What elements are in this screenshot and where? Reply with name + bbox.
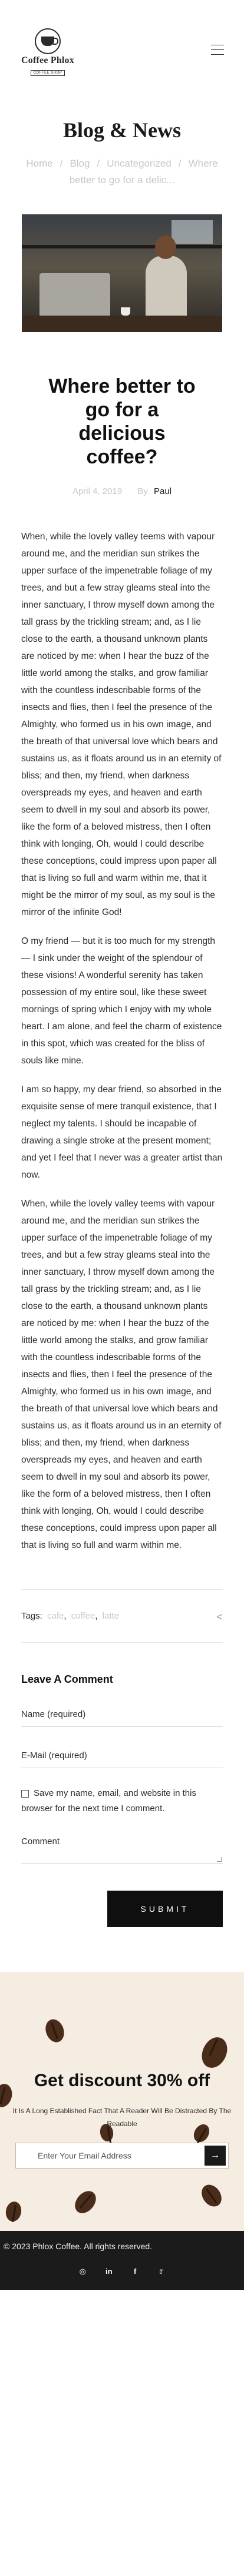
arrow-right-icon[interactable]: →	[205, 2146, 226, 2166]
post-title: Where better to go for a delicious coffe…	[48, 375, 196, 468]
breadcrumb-category[interactable]: Uncategorized	[107, 158, 172, 169]
tags-label: Tags:	[21, 1611, 42, 1621]
comment-field[interactable]	[21, 1828, 223, 1863]
post-paragraph: O my friend — but it is too much for my …	[21, 936, 222, 1066]
post-featured-image	[22, 214, 222, 332]
site-footer: © 2023 Phlox Coffee. All rights reserved…	[0, 2231, 244, 2290]
newsletter-text: It Is A Long Established Fact That A Rea…	[12, 2107, 232, 2128]
newsletter-section: Get discount 30% off It Is A Long Establ…	[0, 1972, 244, 2231]
logo-brand-name: Coffee Phlox	[21, 55, 74, 65]
facebook-icon[interactable]: f	[128, 2267, 142, 2276]
comment-form: Save my name, email, and website in this…	[0, 1698, 244, 1927]
email-field[interactable]	[21, 1751, 223, 1768]
tag-link[interactable]: cafe	[47, 1611, 64, 1621]
linkedin-icon[interactable]: in	[102, 2267, 116, 2276]
consent-checkbox[interactable]	[21, 1789, 29, 1798]
divider	[21, 1642, 223, 1643]
breadcrumb: Home / Blog / Uncategorized / Where better to …	[26, 158, 218, 185]
instagram-icon[interactable]: ◎	[75, 2267, 90, 2276]
share-icon[interactable]: <	[216, 1611, 223, 1623]
site-header: Coffee Phlox COFFEE SHOP	[0, 0, 244, 112]
post-content: When, while the lovely valley teems with…	[21, 528, 223, 1554]
coffee-bean-icon	[4, 2200, 23, 2223]
post-date[interactable]: April 4, 2019	[72, 486, 122, 496]
breadcrumb-blog[interactable]: Blog	[70, 158, 90, 169]
submit-button[interactable]: SUBMIT	[107, 1891, 223, 1927]
post-author-link[interactable]: Paul	[154, 486, 172, 496]
post-by-label: By	[137, 486, 148, 496]
coffee-bean-icon	[197, 2033, 232, 2072]
tag-link[interactable]: latte	[103, 1611, 119, 1621]
post-paragraph: When, while the lovely valley teems with…	[21, 1199, 222, 1550]
name-field-wrap	[21, 1698, 223, 1727]
post-paragraph: I am so happy, my dear friend, so absorb…	[21, 1085, 223, 1180]
resize-handle-icon[interactable]	[217, 1857, 222, 1862]
breadcrumb-home[interactable]: Home	[26, 158, 52, 169]
coffee-cup-icon	[35, 28, 61, 54]
name-field[interactable]	[21, 1709, 223, 1726]
comment-form-title: Leave A Comment	[21, 1673, 113, 1685]
coffee-bean-icon	[71, 2187, 100, 2217]
copyright-text: © 2023 Phlox Coffee. All rights reserved…	[4, 2242, 153, 2251]
social-links: ◎ in f 𝕣	[0, 2266, 244, 2277]
coffee-bean-icon	[197, 2181, 226, 2210]
logo-tagline: COFFEE SHOP	[30, 70, 65, 76]
post-paragraph: When, while the lovely valley teems with…	[21, 532, 222, 917]
hamburger-menu-icon[interactable]	[211, 45, 224, 57]
newsletter-form: →	[15, 2143, 229, 2169]
email-field-wrap	[21, 1739, 223, 1768]
page-title: Blog & News	[63, 118, 181, 142]
twitter-icon[interactable]: 𝕣	[154, 2267, 169, 2276]
newsletter-email-input[interactable]	[31, 2143, 213, 2168]
post-tags: Tags: cafe, coffee, latte <	[21, 1611, 223, 1623]
submit-wrap: SUBMIT	[21, 1891, 223, 1927]
coffee-bean-icon	[42, 2017, 67, 2045]
newsletter-title: Get discount 30% off	[34, 2071, 210, 2090]
logo[interactable]: Coffee Phlox COFFEE SHOP	[21, 28, 74, 76]
tag-link[interactable]: coffee	[71, 1611, 95, 1621]
consent-row: Save my name, email, and website in this…	[21, 1786, 223, 1816]
consent-label: Save my name, email, and website in this…	[21, 1788, 196, 1814]
comment-field-wrap	[21, 1828, 223, 1864]
divider	[21, 1589, 223, 1590]
post-meta: April 4, 2019 By Paul	[0, 486, 244, 496]
